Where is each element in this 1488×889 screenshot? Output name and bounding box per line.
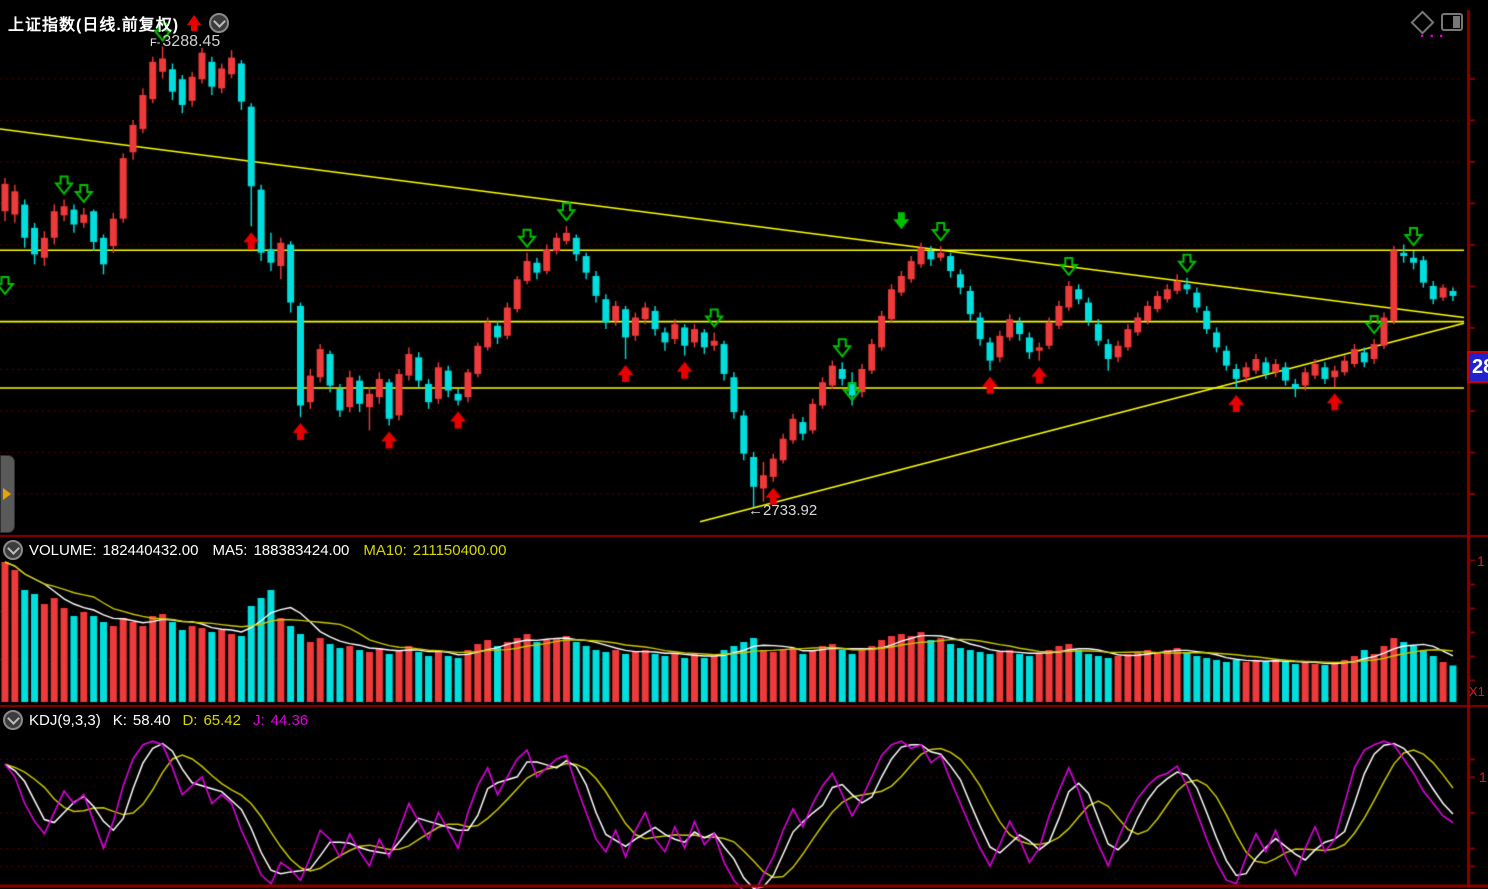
k-label: K: xyxy=(113,712,127,729)
peak-flag: F- xyxy=(150,37,160,49)
signal-up-arrow-icon xyxy=(187,15,201,25)
chevron-down-icon xyxy=(213,15,226,28)
ma10-label: MA10: xyxy=(363,542,406,559)
volume-scale-label: X1 xyxy=(1469,684,1485,699)
ma5-value: 188383424.00 xyxy=(253,542,349,559)
collapse-volume-button[interactable] xyxy=(3,540,23,560)
ma10-value: 211150400.00 xyxy=(413,542,507,559)
ma5-label: MA5: xyxy=(212,542,247,559)
chart-header: 上证指数(日线.前复权) xyxy=(8,11,229,35)
low-price-label: ←2733.92 xyxy=(748,502,817,519)
j-label: J: xyxy=(253,712,265,729)
kdj-panel-header: KDJ(9,3,3) K: 58.40 D: 65.42 J: 44.36 xyxy=(3,710,308,730)
more-dots-indicator: ... xyxy=(1420,24,1448,42)
current-price-badge: 28 xyxy=(1467,351,1488,383)
d-value: 65.42 xyxy=(203,712,241,729)
chevron-down-icon xyxy=(7,712,20,725)
collapse-kdj-button[interactable] xyxy=(3,710,23,730)
clipped-volume-axis-label: 1 xyxy=(1477,553,1485,569)
k-value: 58.40 xyxy=(133,712,171,729)
sidebar-expand-tab[interactable] xyxy=(0,455,15,533)
volume-label: VOLUME: xyxy=(29,542,97,559)
peak-price-label: F-3288.45 xyxy=(150,33,220,51)
right-triangle-icon xyxy=(3,488,11,500)
chart-canvas[interactable] xyxy=(0,0,1488,889)
clipped-kdj-axis-label: 1 xyxy=(1479,769,1487,785)
j-value: 44.36 xyxy=(271,712,309,729)
kdj-label: KDJ(9,3,3) xyxy=(29,712,101,729)
peak-price-value: 3288.45 xyxy=(162,33,220,50)
d-label: D: xyxy=(182,712,197,729)
collapse-main-button[interactable] xyxy=(209,13,229,33)
volume-value: 182440432.00 xyxy=(103,542,199,559)
stock-chart-app: 上证指数(日线.前复权) F-3288.45 ←2733.92 28 ... V… xyxy=(0,0,1488,889)
chart-title: 上证指数(日线.前复权) xyxy=(8,11,179,35)
chevron-down-icon xyxy=(7,542,20,555)
panel-fill xyxy=(1453,16,1460,28)
volume-panel-header: VOLUME: 182440432.00 MA5: 188383424.00 M… xyxy=(3,540,506,560)
